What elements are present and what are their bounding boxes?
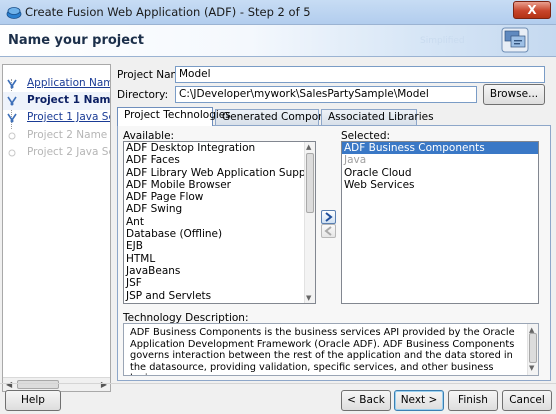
directory-input[interactable]: C:\JDeveloper\mywork\SalesPartySample\Mo… <box>175 86 477 103</box>
header-watermark: Simplified <box>420 36 465 46</box>
available-list[interactable]: ADF Desktop Integration ADF Faces ADF Libr… <box>123 141 316 304</box>
back-button[interactable]: < Back <box>341 390 391 411</box>
wizard-header: Name your project Simplified <box>0 25 556 57</box>
wizard-step-item[interactable]: Project 1 Java Settings <box>3 109 110 127</box>
tab-associated-libraries[interactable]: Associated Libraries <box>321 109 434 126</box>
step-pending-icon <box>8 132 16 140</box>
steps-horizontal-scrollbar[interactable]: ◀ ▶ <box>3 377 110 391</box>
wizard-step-label: Project 2 Name <box>27 129 108 141</box>
step-done-icon <box>7 96 17 106</box>
title-bar: Create Fusion Web Application (ADF) - St… <box>0 0 556 25</box>
step-done-icon <box>7 113 17 123</box>
wizard-steps-panel: Application Name Project 1 Name Project 1 … <box>2 64 111 392</box>
finish-button[interactable]: Finish <box>448 390 498 411</box>
scroll-right-icon[interactable]: ▶ <box>101 380 107 389</box>
wizard-step-item[interactable]: Project 1 Name <box>3 92 110 110</box>
scrollbar-thumb[interactable] <box>306 153 314 213</box>
selected-list-item[interactable]: Web Services <box>342 179 538 191</box>
available-list-item[interactable]: ADF Mobile Browser <box>124 179 315 191</box>
available-list-item[interactable]: Database (Offline) <box>124 228 315 240</box>
close-icon: X <box>527 3 537 17</box>
scrollbar-thumb[interactable] <box>529 333 537 363</box>
scrollbar-thumb[interactable] <box>17 380 59 389</box>
available-list-item[interactable]: JSF <box>124 277 315 289</box>
selected-list-item[interactable]: Java <box>342 154 538 166</box>
available-list-item[interactable]: ADF Swing <box>124 203 315 215</box>
selected-list-item[interactable]: ADF Business Components <box>342 142 538 155</box>
technology-description-text: ADF Business Components is the business … <box>130 327 515 375</box>
description-vertical-scrollbar[interactable]: ▲ ▼ <box>527 324 538 375</box>
scroll-left-icon[interactable]: ◀ <box>6 380 12 389</box>
wizard-step-item[interactable]: Application Name <box>3 75 110 93</box>
wizard-step-label: Project 1 Name <box>27 94 111 106</box>
available-list-item[interactable]: JavaBeans <box>124 265 315 277</box>
available-list-item[interactable]: Ant <box>124 216 315 228</box>
wizard-step-item: Project 2 Name <box>3 127 110 145</box>
scroll-up-icon[interactable]: ▲ <box>306 143 311 151</box>
project-name-input[interactable]: Model <box>175 66 545 83</box>
available-list-item[interactable]: JSP and Servlets <box>124 290 315 302</box>
available-list-item[interactable]: ADF Faces <box>124 154 315 166</box>
selected-list[interactable]: ADF Business Components Java Oracle Cloud W… <box>341 141 539 304</box>
window-title: Create Fusion Web Application (ADF) - St… <box>25 5 311 19</box>
available-list-item[interactable]: ADF Page Flow <box>124 191 315 203</box>
browse-button[interactable]: Browse... <box>483 84 545 105</box>
cancel-button[interactable]: Cancel <box>502 390 552 411</box>
step-pending-icon <box>8 149 16 157</box>
selected-list-item[interactable]: Oracle Cloud <box>342 167 538 179</box>
wizard-icon <box>501 27 529 53</box>
help-button[interactable]: Help <box>5 390 61 411</box>
step-done-icon <box>7 79 17 89</box>
available-list-item[interactable]: EJB <box>124 240 315 252</box>
available-vertical-scrollbar[interactable]: ▲ ▼ <box>304 142 315 303</box>
directory-label: Directory: <box>117 89 169 101</box>
move-right-icon <box>325 212 333 222</box>
available-list-item[interactable]: ADF Desktop Integration <box>124 142 315 154</box>
scroll-down-icon[interactable]: ▼ <box>306 294 311 302</box>
wizard-step-label: Project 2 Java Settings <box>27 146 110 158</box>
add-to-selected-button[interactable] <box>321 210 336 224</box>
available-list-item[interactable]: ADF Library Web Application Support <box>124 167 315 179</box>
footer-divider <box>0 383 556 384</box>
move-left-icon <box>324 226 332 236</box>
page-title: Name your project <box>8 33 144 48</box>
wizard-step-label: Application Name <box>27 77 111 89</box>
next-button[interactable]: Next > <box>394 390 444 411</box>
wizard-step-label: Project 1 Java Settings <box>27 111 110 123</box>
scroll-down-icon[interactable]: ▼ <box>529 363 534 375</box>
available-list-item[interactable]: HTML <box>124 253 315 265</box>
wizard-step-item: Project 2 Java Settings <box>3 144 110 162</box>
remove-from-selected-button[interactable] <box>321 224 336 238</box>
close-button[interactable]: X <box>513 1 551 19</box>
app-icon <box>6 7 22 19</box>
tab-project-technologies[interactable]: Project Technologies <box>117 107 231 126</box>
technology-description: ADF Business Components is the business … <box>123 323 539 376</box>
